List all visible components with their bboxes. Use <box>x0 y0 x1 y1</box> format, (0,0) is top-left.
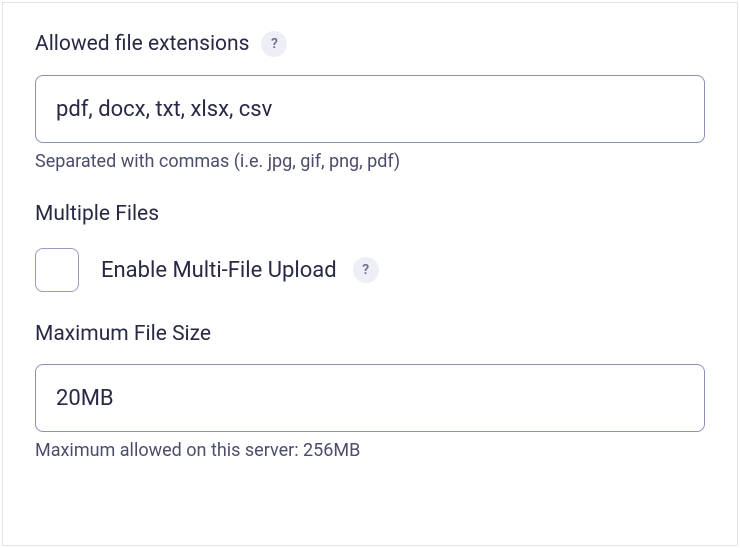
allowed-extensions-input[interactable] <box>35 75 705 143</box>
allowed-extensions-label: Allowed file extensions <box>35 32 249 56</box>
multi-file-label-row: Enable Multi-File Upload ? <box>101 257 379 283</box>
settings-panel: Allowed file extensions ? Separated with… <box>2 2 738 546</box>
multi-file-checkbox-row: Enable Multi-File Upload ? <box>35 248 705 292</box>
multi-file-checkbox-label: Enable Multi-File Upload <box>101 258 337 283</box>
max-file-size-label-row: Maximum File Size <box>35 322 705 346</box>
allowed-extensions-label-row: Allowed file extensions ? <box>35 31 705 57</box>
max-file-size-input[interactable] <box>35 364 705 432</box>
max-file-size-helper: Maximum allowed on this server: 256MB <box>35 440 705 461</box>
allowed-extensions-group: Allowed file extensions ? Separated with… <box>35 31 705 172</box>
max-file-size-group: Maximum File Size Maximum allowed on thi… <box>35 322 705 461</box>
help-icon[interactable]: ? <box>353 257 379 283</box>
max-file-size-label: Maximum File Size <box>35 322 211 346</box>
multi-file-checkbox[interactable] <box>35 248 79 292</box>
allowed-extensions-helper: Separated with commas (i.e. jpg, gif, pn… <box>35 151 705 172</box>
multiple-files-heading: Multiple Files <box>35 202 705 226</box>
help-icon[interactable]: ? <box>261 31 287 57</box>
multiple-files-group: Multiple Files Enable Multi-File Upload … <box>35 202 705 292</box>
